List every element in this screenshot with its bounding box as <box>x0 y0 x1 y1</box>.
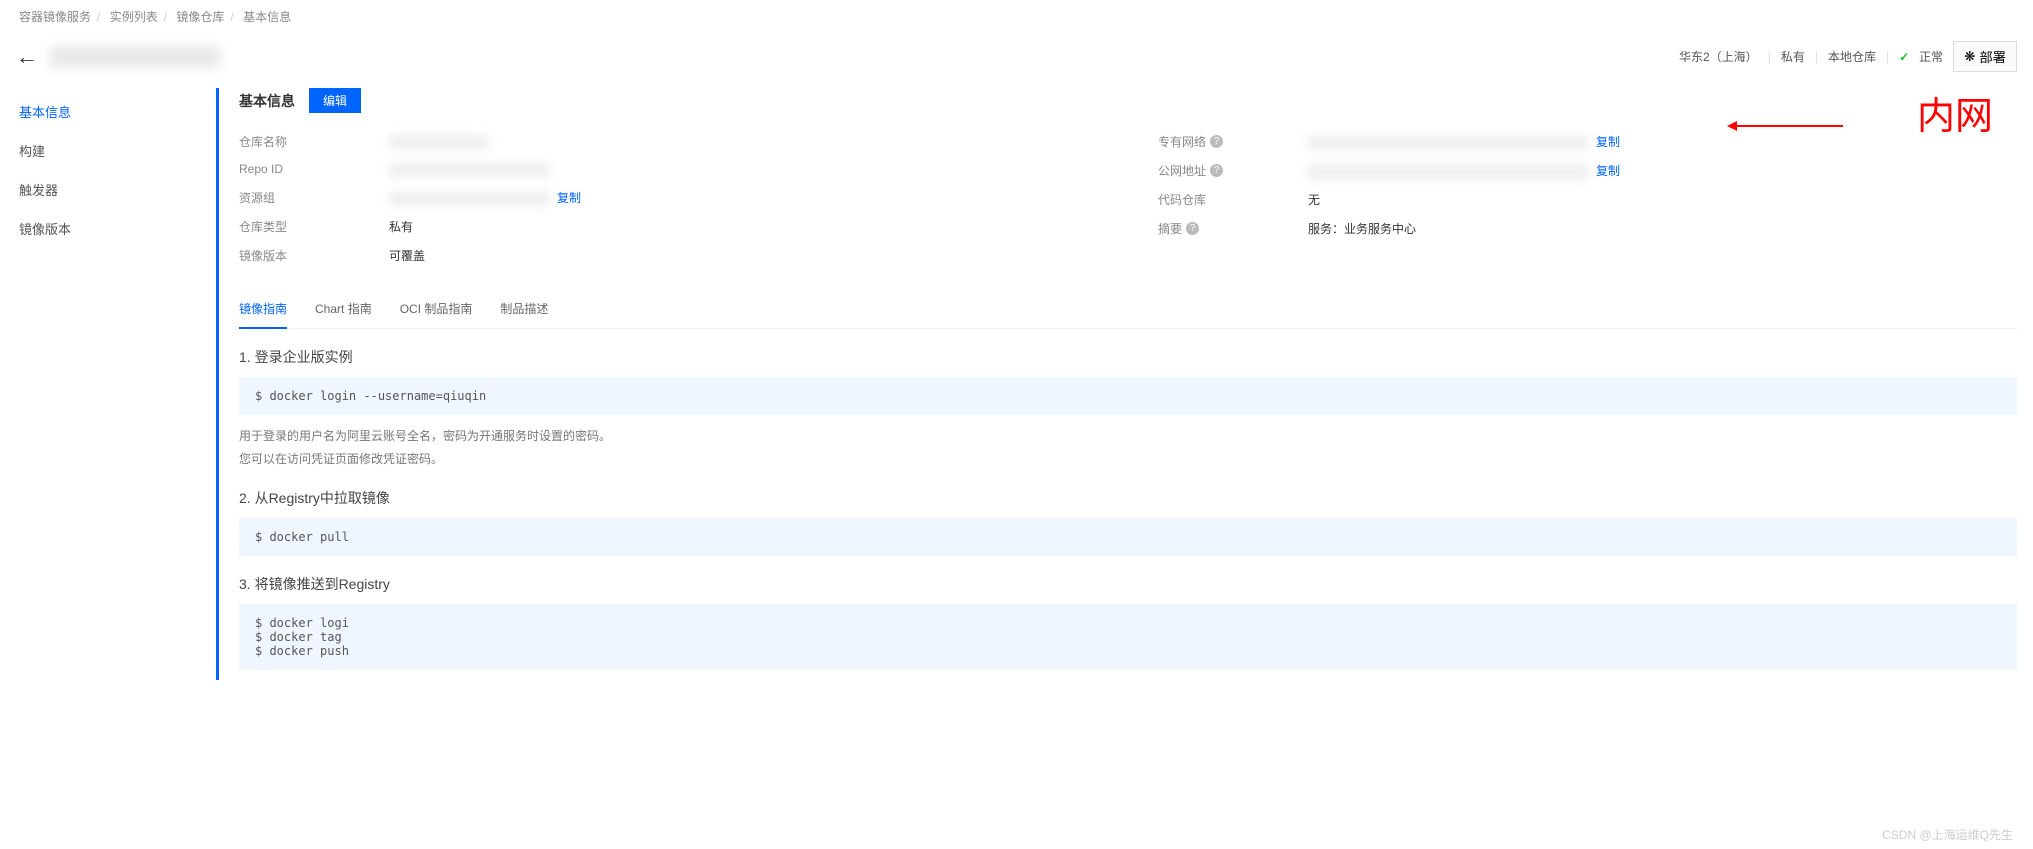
sidebar-item-build[interactable]: 构建 <box>19 131 216 170</box>
value-image-version: 可覆盖 <box>389 247 1098 264</box>
breadcrumb: 容器镜像服务/ 实例列表/ 镜像仓库/ 基本信息 <box>0 0 2033 33</box>
label-public: 公网地址? <box>1158 162 1308 179</box>
label-summary: 摘要? <box>1158 220 1308 237</box>
watermark: CSDN @上海运维Q先生 <box>1882 826 2013 843</box>
help-icon[interactable]: ? <box>1186 222 1199 235</box>
tabs: 镜像指南 Chart 指南 OCI 制品指南 制品描述 <box>239 290 2017 329</box>
sidebar-item-trigger[interactable]: 触发器 <box>19 170 216 209</box>
guide-content: 1. 登录企业版实例 $ docker login --username=qiu… <box>239 347 2017 671</box>
help-icon[interactable]: ? <box>1210 164 1223 177</box>
value-redacted <box>1308 165 1588 179</box>
guide-heading-3: 3. 将镜像推送到Registry <box>239 574 2017 594</box>
content: 基本信息 编辑 仓库名称 Repo ID 资源组 复制 仓库类型私有 镜像版本可覆… <box>216 88 2017 680</box>
label-image-version: 镜像版本 <box>239 247 389 264</box>
label-vpc: 专有网络? <box>1158 133 1308 150</box>
header-meta: 华东2（上海）| 私有| 本地仓库| ✓ 正常 ❋部署 <box>1679 41 2017 72</box>
label-code-repo: 代码仓库 <box>1158 191 1308 208</box>
label-repo-id: Repo ID <box>239 162 389 176</box>
crumb[interactable]: 容器镜像服务 <box>19 10 91 24</box>
back-arrow-icon[interactable]: ← <box>16 44 38 70</box>
label-resource-group: 资源组 <box>239 189 389 206</box>
guide-heading-2: 2. 从Registry中拉取镜像 <box>239 488 2017 508</box>
help-icon[interactable]: ? <box>1210 135 1223 148</box>
guide-note: 您可以在访问凭证页面修改凭证密码。 <box>239 448 2017 471</box>
crumb[interactable]: 镜像仓库 <box>176 10 224 24</box>
value-redacted <box>389 135 489 149</box>
value-summary: 服务：业务服务中心 <box>1308 220 2017 237</box>
value-repo-type: 私有 <box>389 218 1098 235</box>
deploy-button[interactable]: ❋部署 <box>1953 41 2017 72</box>
status-label: 正常 <box>1919 48 1943 65</box>
value-redacted <box>1308 136 1588 150</box>
repo-loc-label: 本地仓库 <box>1828 48 1876 65</box>
edit-button[interactable]: 编辑 <box>309 88 361 113</box>
check-icon: ✓ <box>1899 50 1909 64</box>
copy-link[interactable]: 复制 <box>557 191 581 205</box>
copy-link-public[interactable]: 复制 <box>1596 164 1620 178</box>
crumb: 基本信息 <box>243 10 291 24</box>
code-block-pull[interactable]: $ docker pull <box>239 518 2017 556</box>
code-block-login[interactable]: $ docker login --username=qiuqin <box>239 377 2017 415</box>
tab-artifact-desc[interactable]: 制品描述 <box>500 290 548 328</box>
sidebar: 基本信息 构建 触发器 镜像版本 <box>16 88 216 680</box>
page-header: ← 华东2（上海）| 私有| 本地仓库| ✓ 正常 ❋部署 <box>0 33 2033 88</box>
code-block-push[interactable]: $ docker logi $ docker tag $ docker push <box>239 604 2017 670</box>
sidebar-item-basic[interactable]: 基本信息 <box>19 92 216 131</box>
tab-chart-guide[interactable]: Chart 指南 <box>315 290 372 328</box>
sidebar-item-version[interactable]: 镜像版本 <box>19 209 216 248</box>
deploy-icon: ❋ <box>1964 49 1975 65</box>
guide-note: 用于登录的用户名为阿里云账号全名，密码为开通服务时设置的密码。 <box>239 425 2017 448</box>
value-code-repo: 无 <box>1308 191 2017 208</box>
label-repo-name: 仓库名称 <box>239 133 389 150</box>
tab-oci-guide[interactable]: OCI 制品指南 <box>400 290 473 328</box>
label-repo-type: 仓库类型 <box>239 218 389 235</box>
section-title: 基本信息 <box>239 91 295 111</box>
copy-link-vpc[interactable]: 复制 <box>1596 135 1620 149</box>
region-label: 华东2（上海） <box>1679 48 1758 65</box>
guide-heading-1: 1. 登录企业版实例 <box>239 347 2017 367</box>
tab-image-guide[interactable]: 镜像指南 <box>239 290 287 329</box>
value-redacted <box>389 163 549 177</box>
repo-title-redacted <box>50 46 220 68</box>
access-label: 私有 <box>1781 48 1805 65</box>
crumb[interactable]: 实例列表 <box>110 10 158 24</box>
value-redacted <box>389 192 549 206</box>
